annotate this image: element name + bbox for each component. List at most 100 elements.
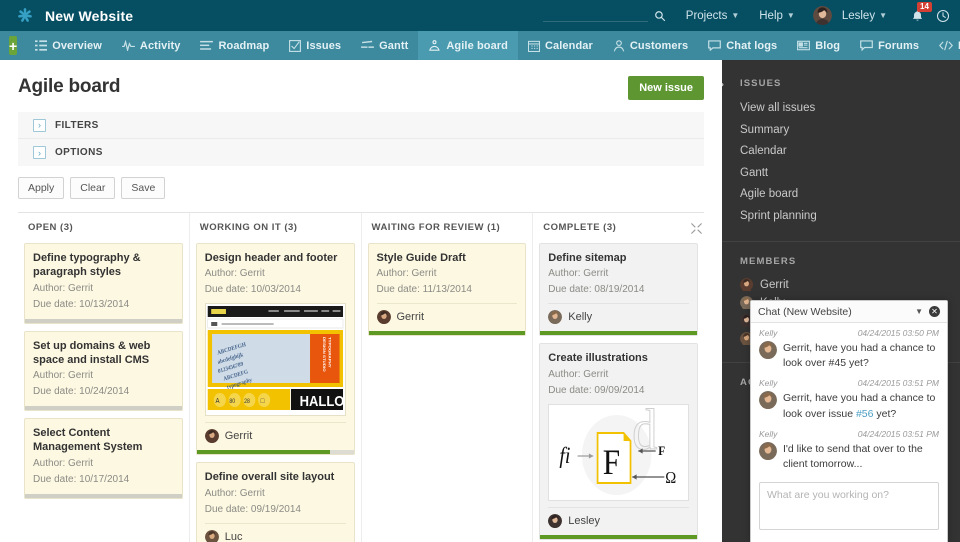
nav-item-blog[interactable]: Blog: [787, 31, 850, 60]
chat-title: Chat (New Website): [758, 305, 852, 318]
user-menu[interactable]: Lesley ▼: [842, 10, 887, 22]
issue-card-author: Author: Gerrit: [33, 457, 94, 469]
board-column-body[interactable]: Define sitemap Author: Gerrit Due date: 08…: [539, 243, 698, 542]
help-menu[interactable]: Help ▼: [759, 10, 795, 22]
board-column: OPEN (3) Define typography & paragraph st…: [18, 213, 189, 542]
save-button[interactable]: Save: [121, 177, 166, 199]
issue-card[interactable]: Define overall site layout Author: Gerrit…: [195, 462, 355, 542]
issue-card[interactable]: Set up domains & web space and install C…: [24, 330, 183, 412]
sidebar-item-view-all-issues[interactable]: View all issues: [740, 98, 942, 120]
sidebar-item-calendar[interactable]: Calendar: [740, 141, 942, 163]
avatar: [740, 278, 754, 292]
assignee-name: Gerrit: [224, 430, 253, 443]
issue-link[interactable]: #56: [856, 408, 874, 420]
agile-icon: [428, 39, 441, 52]
chat-header-controls: ▼ ✕: [915, 306, 940, 317]
nav-item-customers[interactable]: Customers: [603, 31, 698, 60]
search-input[interactable]: [542, 9, 648, 22]
issue-card-title: Set up domains & web space and install C…: [33, 339, 151, 366]
sidebar-item-sprint-planning[interactable]: Sprint planning: [740, 206, 942, 228]
issue-card-author: Author: Gerrit: [204, 268, 265, 280]
close-icon[interactable]: ✕: [929, 306, 940, 317]
asterisk-logo-icon[interactable]: [16, 7, 34, 25]
clock-icon[interactable]: [936, 9, 950, 23]
chat-message-text: Gerrit, have you had a chance to look ov…: [783, 391, 939, 421]
nav-item-gantt[interactable]: Gantt: [351, 31, 418, 60]
sidebar-member[interactable]: Gerrit: [740, 276, 942, 294]
avatar: [376, 310, 391, 325]
new-issue-button[interactable]: New issue: [628, 76, 704, 100]
issue-card-assignee: Gerrit: [376, 303, 518, 325]
avatar: [759, 441, 777, 460]
sidebar-item-agile-board[interactable]: Agile board: [740, 184, 942, 206]
apply-button[interactable]: Apply: [18, 177, 65, 199]
issue-card-assignee: Luc: [204, 522, 346, 542]
search-icon[interactable]: [654, 10, 666, 22]
nav-label: Overview: [52, 39, 102, 52]
issue-card-author: Author: Gerrit: [548, 268, 609, 280]
chat-message-time: 04/24/2015 03:51 PM: [857, 428, 939, 439]
filters-row[interactable]: › FILTERS: [18, 112, 704, 139]
board-column-header: COMPLETE (3): [543, 222, 617, 233]
issue-card[interactable]: Define sitemap Author: Gerrit Due date: 08…: [539, 243, 698, 337]
roadmap-icon: [200, 40, 214, 51]
forum-icon: [860, 40, 873, 51]
clear-button[interactable]: Clear: [70, 177, 116, 199]
svg-text:80: 80: [229, 399, 235, 405]
nav-item-forums[interactable]: Forums: [850, 31, 929, 60]
avatar: [548, 513, 563, 528]
board-column-body[interactable]: Define typography & paragraph styles Auth…: [24, 243, 183, 542]
chat-message-author: Kelly: [759, 428, 778, 439]
chevron-right-icon[interactable]: ›: [33, 118, 46, 132]
code-icon: [939, 40, 954, 51]
nav-item-chat-logs[interactable]: Chat logs: [698, 31, 787, 60]
avatar: [204, 529, 219, 542]
app-title: New Website: [45, 7, 134, 24]
chat-minimize-icon[interactable]: ▼: [915, 307, 923, 316]
issue-card-progress-bar: [25, 318, 182, 323]
chevron-right-icon[interactable]: ›: [33, 146, 46, 159]
svg-text:HALLO: HALLO: [299, 392, 344, 409]
issue-card-progress-bar: [25, 493, 182, 498]
issue-card[interactable]: Define typography & paragraph styles Auth…: [24, 243, 183, 324]
chevron-down-icon: ▼: [786, 11, 795, 20]
filter-action-buttons: Apply Clear Save: [18, 177, 704, 199]
board-column-body[interactable]: Style Guide Draft Author: Gerrit Due date:…: [367, 243, 527, 542]
nav-item-repository[interactable]: Repository: [929, 31, 960, 60]
chat-input[interactable]: [759, 482, 939, 530]
issue-card[interactable]: Select Content Management System Author: …: [24, 418, 183, 499]
assignee-name: Lesley: [568, 514, 601, 527]
nav-item-agile-board[interactable]: Agile board: [418, 31, 518, 60]
issue-card-thumbnail: ABCDEFGH abcdefghijk 0123456789 ABCDEFG typo…: [204, 303, 346, 417]
sidebar-item-summary[interactable]: Summary: [740, 120, 942, 142]
nav-label: Activity: [139, 39, 181, 52]
chat-message-text: I'd like to send that over to the client…: [783, 442, 923, 471]
projects-menu[interactable]: Projects ▼: [686, 10, 739, 22]
issue-card[interactable]: Design header and footer Author: Gerrit Du…: [195, 243, 355, 456]
search-field[interactable]: [542, 9, 666, 22]
nav-item-activity[interactable]: Activity: [112, 31, 191, 60]
nav-item-overview[interactable]: Overview: [25, 31, 112, 60]
notifications-button[interactable]: 14: [911, 1, 932, 23]
sidebar-item-gantt[interactable]: Gantt: [740, 163, 942, 185]
issue-card-assignee: Kelly: [548, 303, 689, 325]
user-name: Lesley: [841, 9, 876, 22]
issue-card-due-date: Due date: 10/13/2014: [33, 298, 130, 310]
nav-label: Blog: [815, 39, 841, 52]
nav-item-issues[interactable]: Issues: [279, 31, 351, 60]
issue-card-due-date: Due date: 10/03/2014: [204, 284, 301, 296]
issue-card-author: Author: Gerrit: [33, 282, 94, 294]
avatar[interactable]: [812, 6, 832, 25]
nav-item-calendar[interactable]: Calendar: [518, 31, 603, 60]
chat-message-text: Gerrit, have you had a chance to look ov…: [783, 342, 936, 370]
nav-item-roadmap[interactable]: Roadmap: [190, 31, 279, 60]
nav-label: Customers: [629, 39, 689, 52]
calendar-icon: [528, 40, 540, 52]
options-row[interactable]: › OPTIONS: [18, 139, 704, 166]
board-column-body[interactable]: Design header and footer Author: Gerrit Du…: [195, 243, 355, 542]
issue-card[interactable]: Create illustrations Author: Gerrit Due da…: [539, 343, 698, 540]
person-icon: [613, 39, 625, 52]
issue-card[interactable]: Style Guide Draft Author: Gerrit Due date:…: [367, 243, 527, 337]
add-button[interactable]: +: [9, 36, 18, 55]
member-name: Gerrit: [760, 279, 789, 291]
